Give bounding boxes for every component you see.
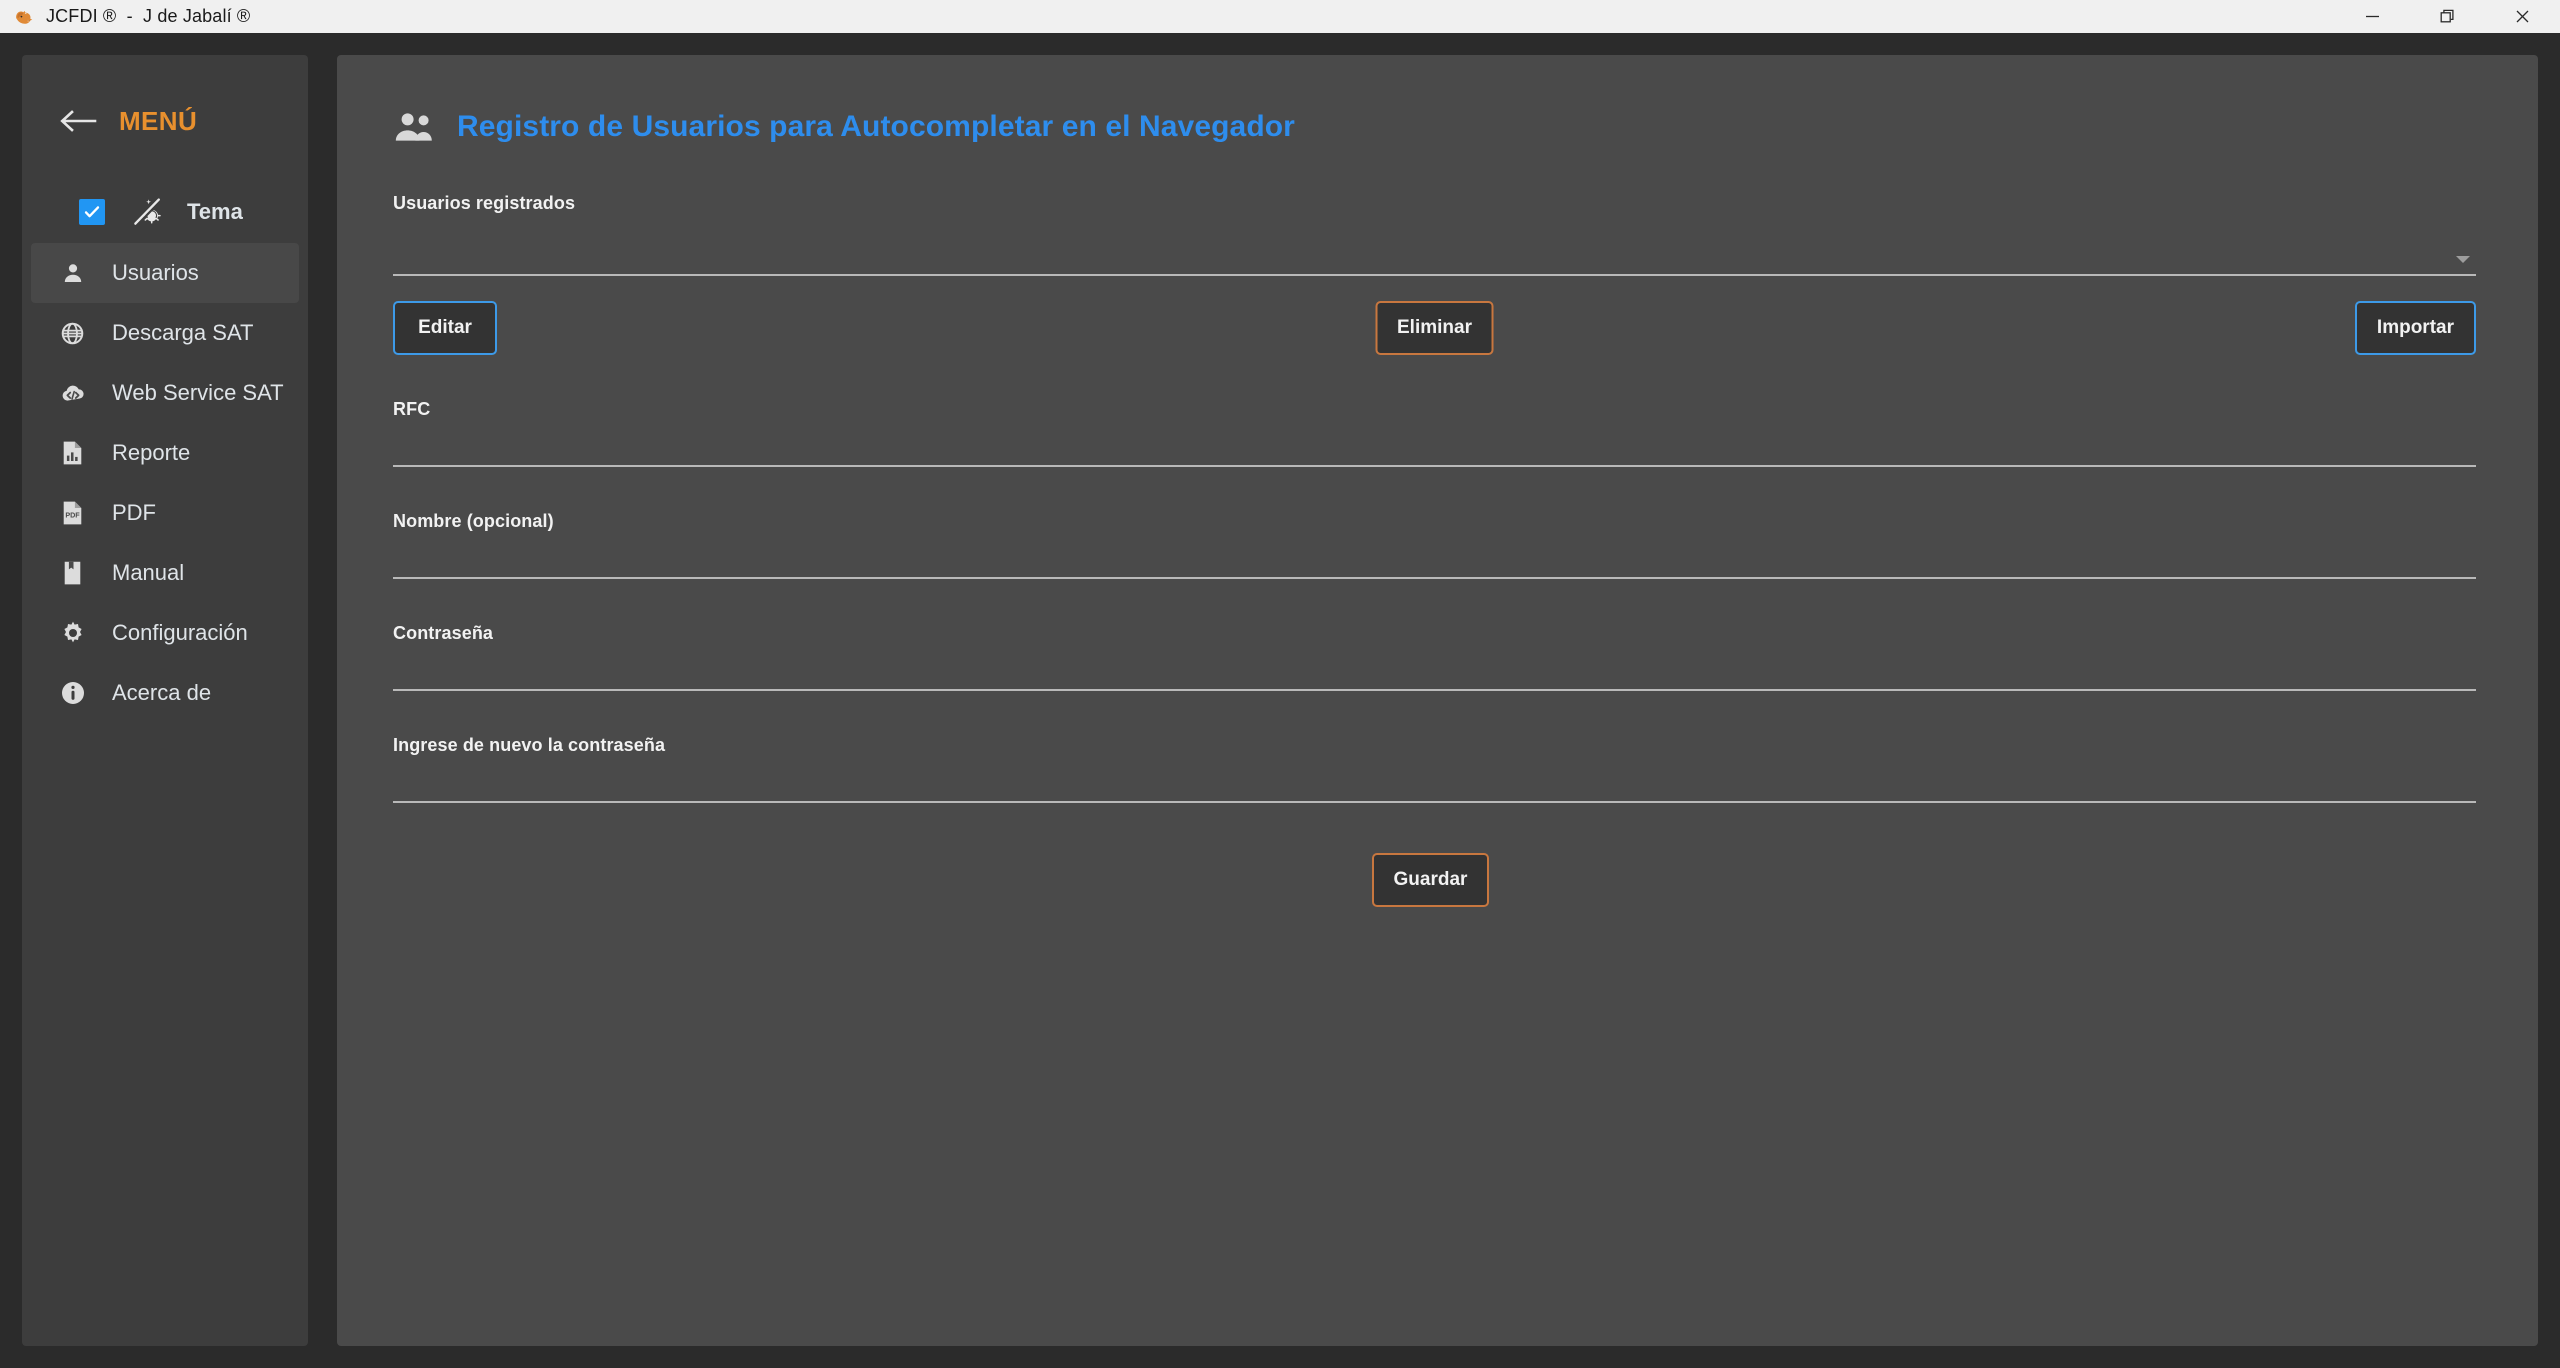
rfc-label: RFC [393,399,2476,420]
menu-title: MENÚ [119,106,197,137]
arrow-left-icon[interactable] [59,108,97,134]
people-icon [393,110,435,144]
sidebar-item-label: Configuración [112,620,248,646]
field-contrasena: Contraseña [393,623,2476,691]
window-title: JCFDI ® - J de Jabalí ® [46,6,250,27]
contrasena-input[interactable] [393,689,2476,691]
sidebar-item-usuarios[interactable]: Usuarios [31,243,299,303]
pdf-file-icon: PDF [59,500,86,527]
cloud-code-icon [59,380,86,407]
restore-button[interactable] [2410,0,2485,33]
sidebar-item-manual[interactable]: Manual [31,543,299,603]
sidebar-item-tema[interactable]: Tema [31,181,299,243]
app-shell: MENÚ Tema [0,33,2560,1368]
report-chart-icon [59,440,86,467]
save-button[interactable]: Guardar [1372,853,1490,907]
sidebar-item-pdf[interactable]: PDF PDF [31,483,299,543]
sidebar-item-descarga-sat[interactable]: Descarga SAT [31,303,299,363]
sidebar: MENÚ Tema [22,55,308,1346]
book-icon [59,560,86,587]
close-button[interactable] [2485,0,2560,33]
confirmar-contrasena-label: Ingrese de nuevo la contraseña [393,735,2476,756]
person-icon [59,260,86,287]
info-circle-icon [59,680,86,707]
sidebar-item-label: Tema [187,199,243,225]
field-confirmar-contrasena: Ingrese de nuevo la contraseña [393,735,2476,803]
contrasena-label: Contraseña [393,623,2476,644]
delete-button[interactable]: Eliminar [1375,301,1494,355]
sidebar-item-label: PDF [112,500,156,526]
svg-text:PDF: PDF [65,510,80,519]
chevron-down-icon[interactable] [2456,256,2470,263]
sidebar-item-label: Manual [112,560,184,586]
window-titlebar: JCFDI ® - J de Jabalí ® [0,0,2560,33]
user-actions-toolbar: Editar Eliminar Importar [393,301,2476,355]
import-button[interactable]: Importar [2355,301,2476,355]
titlebar-left: JCFDI ® - J de Jabalí ® [0,6,250,28]
sidebar-item-label: Web Service SAT [112,380,284,406]
globe-icon [59,320,86,347]
sidebar-item-reporte[interactable]: Reporte [31,423,299,483]
sidebar-item-label: Descarga SAT [112,320,253,346]
registered-users-label: Usuarios registrados [393,193,2476,214]
boar-head-icon [13,6,35,28]
sidebar-item-web-service-sat[interactable]: Web Service SAT [31,363,299,423]
theme-checkbox[interactable] [79,199,105,225]
sidebar-item-configuracion[interactable]: Configuración [31,603,299,663]
nombre-label: Nombre (opcional) [393,511,2476,532]
field-nombre: Nombre (opcional) [393,511,2476,579]
page-title: Registro de Usuarios para Autocompletar … [457,110,1295,144]
edit-button[interactable]: Editar [393,301,497,355]
minimize-button[interactable] [2335,0,2410,33]
window-controls [2335,0,2560,33]
rfc-input[interactable] [393,465,2476,467]
main-content: Registro de Usuarios para Autocompletar … [337,55,2538,1346]
confirmar-contrasena-input[interactable] [393,801,2476,803]
page-header: Registro de Usuarios para Autocompletar … [393,110,2476,144]
field-rfc: RFC [393,399,2476,467]
sidebar-item-acerca-de[interactable]: Acerca de [31,663,299,723]
sidebar-item-label: Acerca de [112,680,211,706]
theme-toggle-icon [131,197,163,227]
sidebar-item-label: Reporte [112,440,190,466]
registered-users-select[interactable] [393,222,2476,276]
nombre-input[interactable] [393,577,2476,579]
sidebar-item-label: Usuarios [112,260,199,286]
gear-icon [59,620,86,647]
registered-users-section: Usuarios registrados [393,193,2476,276]
menu-header[interactable]: MENÚ [22,95,308,147]
